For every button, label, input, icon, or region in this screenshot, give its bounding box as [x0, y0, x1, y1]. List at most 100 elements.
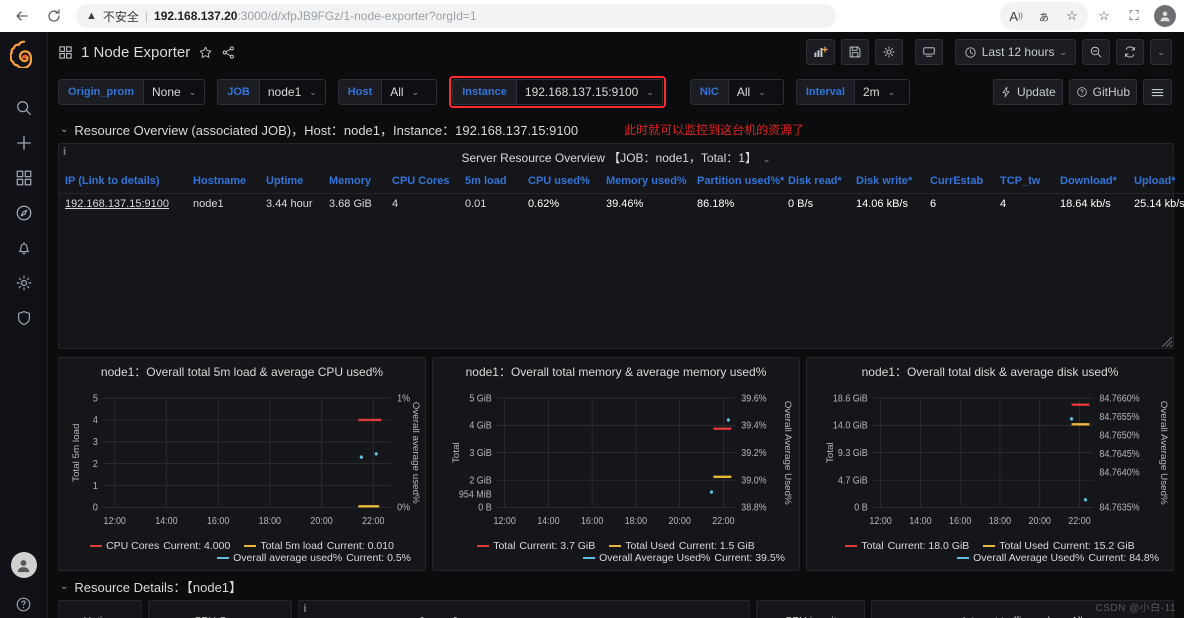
variable-dropdown[interactable]: All ⌄ — [381, 79, 438, 105]
svg-text:3 GiB: 3 GiB — [469, 447, 491, 459]
chevron-down-icon: ⌄ — [60, 124, 69, 135]
variable-dropdown[interactable]: All ⌄ — [727, 79, 784, 105]
add-panel-button[interactable] — [805, 39, 835, 65]
column-header-cpu-cores[interactable]: CPU Cores — [386, 169, 459, 194]
resource-overview-table: IP (Link to details) Hostname Uptime Mem… — [59, 169, 1184, 214]
info-icon[interactable]: i — [303, 603, 306, 615]
update-link-button[interactable]: Update — [992, 79, 1063, 105]
column-header-5m-load[interactable]: 5m load — [459, 169, 522, 194]
cell-memory-used: 39.46% — [606, 198, 644, 210]
refresh-interval-dropdown[interactable]: ⌄ — [1150, 39, 1172, 65]
sidebar-item-configuration[interactable] — [4, 265, 44, 300]
legend-series-current: Current: 0.010 — [326, 540, 394, 552]
dashboard-settings-button[interactable] — [874, 39, 903, 65]
panel-title[interactable]: 【node1】：Disk Space Used Basic(EXT?/XFS) — [299, 601, 749, 618]
svg-text:5 GiB: 5 GiB — [469, 392, 491, 404]
svg-text:14:00: 14:00 — [909, 514, 931, 526]
panel-title[interactable]: node1：Overall total memory & average mem… — [433, 358, 799, 383]
sidebar-item-server-admin[interactable] — [4, 300, 44, 335]
chart-svg-memory: 5 GiB 4 GiB 3 GiB 2 GiB 954 MiB0 B 39.6% 39.… — [450, 392, 793, 526]
sidebar-item-alerting[interactable] — [4, 230, 44, 265]
legend-series-name: Total — [861, 540, 884, 552]
column-header-upload[interactable]: Upload* — [1128, 169, 1184, 194]
svg-text:22:00: 22:00 — [362, 514, 384, 526]
column-header-disk-write[interactable]: Disk write* — [850, 169, 924, 194]
column-header-partition-used[interactable]: Partition used%* — [691, 169, 784, 194]
column-header-memory-used[interactable]: Memory used% — [600, 169, 691, 194]
refresh-button[interactable] — [1116, 39, 1144, 65]
address-bar[interactable]: ▲ 不安全 | 192.168.137.20:3000/d/xfpJB9FGz/… — [76, 4, 836, 28]
reload-icon[interactable] — [40, 2, 68, 30]
back-arrow-icon[interactable] — [8, 2, 36, 30]
column-header-memory[interactable]: Memory — [323, 169, 386, 194]
column-header-download[interactable]: Download* — [1054, 169, 1128, 194]
legend-item[interactable]: Overall Average Used% Current: 39.5% — [583, 552, 785, 564]
chart-area: 5 4 3 2 1 0 1% 0% 12:00 14:00 16:00 18:00 20:00 2… — [59, 383, 425, 538]
row-header-resource-details[interactable]: ⌄ Resource Details：【node1】 — [48, 571, 1184, 596]
help-icon[interactable] — [4, 590, 44, 618]
dashboards-grid-icon[interactable] — [58, 45, 73, 60]
legend-item[interactable]: Overall average used% Current: 0.5% — [217, 552, 411, 564]
star-icon[interactable] — [198, 45, 213, 60]
favorites-icon[interactable]: ☆ — [1090, 3, 1118, 29]
column-header-hostname[interactable]: Hostname — [187, 169, 260, 194]
svg-text:39.6%: 39.6% — [741, 392, 767, 404]
column-header-uptime[interactable]: Uptime — [260, 169, 323, 194]
row-header-resource-overview[interactable]: ⌄ Resource Overview (associated JOB)，Hos… — [48, 116, 1184, 143]
legend-item[interactable]: Total Current: 3.7 GiB — [477, 540, 595, 552]
legend-item[interactable]: Total 5m load Current: 0.010 — [244, 540, 394, 552]
chevron-down-icon: ⌄ — [762, 154, 771, 164]
legend-item[interactable]: Total Current: 18.0 GiB — [845, 540, 969, 552]
panel-title[interactable]: Uptime — [59, 601, 141, 618]
legend-item[interactable]: Overall Average Used% Current: 84.8% — [957, 552, 1159, 564]
update-label: Update — [1016, 85, 1056, 99]
cell-ip[interactable]: 192.168.137.15:9100 — [59, 194, 187, 215]
column-header-cpu-used[interactable]: CPU used% — [522, 169, 600, 194]
translate-icon[interactable]: あ — [1030, 3, 1058, 29]
page-title[interactable]: 1 Node Exporter — [81, 44, 190, 61]
legend-item[interactable]: Total Used Current: 15.2 GiB — [983, 540, 1135, 552]
panel-resize-handle[interactable] — [1162, 337, 1172, 347]
variable-dropdown[interactable]: 2m ⌄ — [853, 79, 910, 105]
github-link-button[interactable]: GitHub — [1068, 79, 1137, 105]
info-icon[interactable]: i — [63, 146, 66, 158]
sidebar-item-search[interactable] — [4, 90, 44, 125]
column-header-tcp-tw[interactable]: TCP_tw — [994, 169, 1054, 194]
share-icon[interactable] — [221, 45, 236, 60]
panel-title[interactable]: CPU Cores — [149, 601, 291, 618]
panel-title[interactable]: CPU iowait — [757, 601, 864, 618]
variable-dropdown[interactable]: 192.168.137.15:9100 ⌄ — [515, 79, 663, 105]
sidebar-item-dashboards[interactable] — [4, 160, 44, 195]
add-favorite-icon[interactable]: ☆ — [1058, 3, 1086, 29]
user-avatar[interactable] — [10, 552, 37, 578]
save-dashboard-button[interactable] — [840, 39, 869, 65]
panel-disk: node1：Overall total disk & average disk … — [806, 357, 1174, 571]
variable-dropdown[interactable]: None ⌄ — [143, 79, 206, 105]
sidebar-item-explore[interactable] — [4, 195, 44, 230]
chevron-down-icon: ⌄ — [646, 86, 654, 97]
legend-item[interactable]: Total Used Current: 1.5 GiB — [609, 540, 755, 552]
tv-mode-button[interactable] — [914, 39, 943, 65]
panel-title[interactable]: node1：Overall total 5m load & average CP… — [59, 358, 425, 383]
variable-dropdown[interactable]: node1 ⌄ — [258, 79, 326, 105]
zoom-out-time-button[interactable] — [1082, 39, 1110, 65]
read-aloud-icon[interactable]: A)) — [1002, 3, 1030, 29]
panel-load-cpu: node1：Overall total 5m load & average CP… — [58, 357, 426, 571]
collections-icon[interactable]: ⛶ — [1120, 3, 1148, 29]
hamburger-menu-icon[interactable] — [1143, 79, 1172, 105]
column-header-ip[interactable]: IP (Link to details) — [59, 169, 187, 194]
panel-title[interactable]: Server Resource Overview 【JOB：node1，Tota… — [59, 144, 1173, 169]
ip-link[interactable]: 192.168.137.15:9100 — [65, 198, 169, 210]
svg-text:4.7 GiB: 4.7 GiB — [838, 474, 868, 486]
time-range-picker[interactable]: Last 12 hours ⌄ — [954, 39, 1076, 65]
column-header-disk-read[interactable]: Disk read* — [782, 169, 850, 194]
legend-item[interactable]: CPU Cores Current: 4.000 — [90, 540, 230, 552]
url-separator: | — [144, 9, 149, 23]
grafana-logo[interactable] — [8, 40, 38, 70]
svg-text:12:00: 12:00 — [104, 514, 126, 526]
column-header-currestab[interactable]: CurrEstab — [924, 169, 994, 194]
svg-text:16:00: 16:00 — [949, 514, 971, 526]
panel-title[interactable]: node1：Overall total disk & average disk … — [807, 358, 1173, 383]
sidebar-item-create[interactable] — [4, 125, 44, 160]
profile-icon[interactable] — [1154, 5, 1176, 27]
